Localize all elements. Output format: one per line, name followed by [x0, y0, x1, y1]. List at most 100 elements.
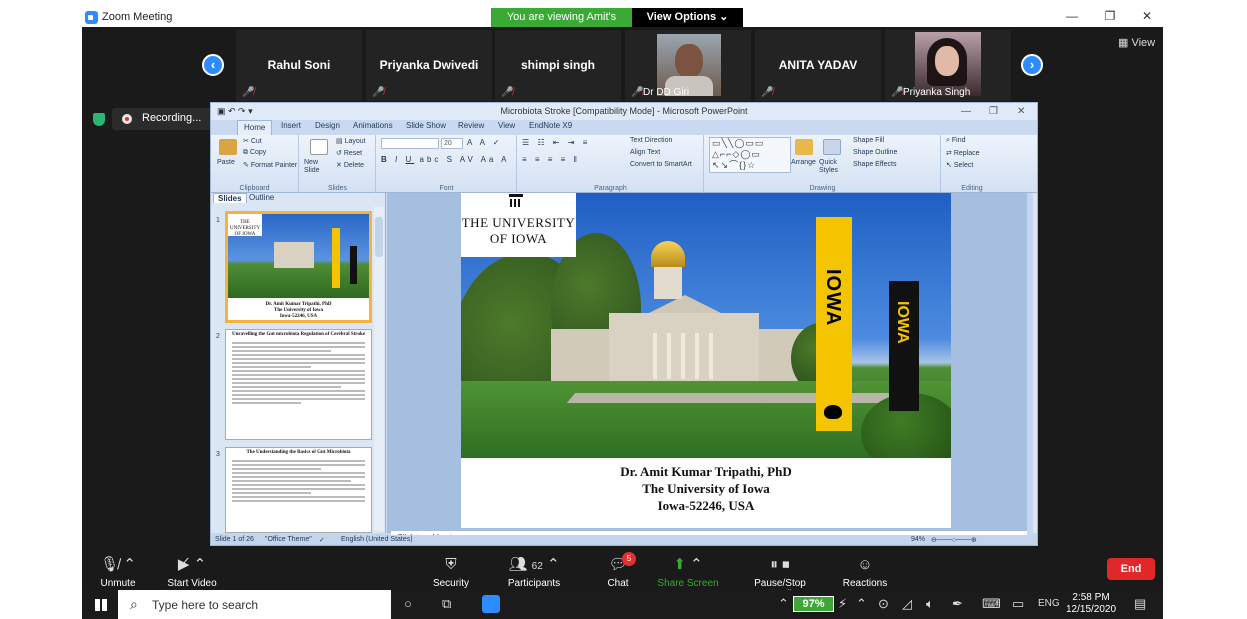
find-button[interactable]: ⌕ Find: [946, 137, 966, 145]
format-painter-label: Format Painter: [250, 162, 298, 169]
shape-effects-button[interactable]: Shape Effects: [853, 161, 896, 168]
ppt-restore-button[interactable]: ❐: [989, 103, 998, 120]
paste-button[interactable]: Paste: [217, 159, 235, 166]
zoom-taskbar-icon[interactable]: [482, 595, 500, 613]
tab-design[interactable]: Design: [315, 121, 340, 130]
format-painter-button[interactable]: ✎ Format Painter: [243, 161, 297, 169]
shape-fill-button[interactable]: Shape Fill: [853, 137, 884, 144]
keyboard-icon[interactable]: ⌨: [982, 596, 1001, 612]
slides-group: New Slide ▤ Layout ↺ Reset ✕ Delete Slid…: [300, 135, 376, 193]
reactions-button[interactable]: ☺ Reactions: [840, 556, 890, 589]
logo-line1: THE UNIVERSITY: [461, 215, 576, 230]
scroll-up-icon[interactable]: ⌃: [778, 596, 789, 612]
shape-outline-button[interactable]: Shape Outline: [853, 149, 897, 156]
slide-counter: Slide 1 of 26: [215, 536, 254, 543]
new-slide-button[interactable]: New Slide: [304, 159, 334, 175]
format-buttons[interactable]: B I U abc S AV Aa A: [381, 155, 510, 164]
slides-panel: Slides Outline 1 THE UNIVERSITY OF IOWA D…: [211, 193, 386, 533]
grow-shrink-font-buttons[interactable]: A A ✓: [467, 138, 503, 147]
tab-view[interactable]: View: [498, 121, 515, 130]
zoom-slider[interactable]: ⊖───○───⊕: [931, 536, 977, 544]
gold-dome: [651, 241, 685, 267]
spellcheck-icon: ✓: [319, 537, 325, 544]
system-clock[interactable]: 2:58 PM 12/15/2020: [1066, 592, 1116, 616]
font-name-select[interactable]: [381, 138, 439, 149]
speaker-icon[interactable]: 🔈︎: [926, 596, 934, 612]
muted-mic-icon: 🎤̸: [372, 87, 385, 98]
taskbar-search[interactable]: ⌕ Type here to search: [118, 590, 391, 619]
shapes-gallery[interactable]: ▭╲╲◯▭▭ △⌐⌐◇◯▭ ↖↘⌒{}☆: [709, 137, 791, 173]
tab-home[interactable]: Home: [237, 120, 273, 135]
view-options-button[interactable]: View Options ⌄: [632, 8, 743, 27]
participant-tile[interactable]: shimpi singh 🎤̸: [495, 30, 621, 101]
ppt-minimize-button[interactable]: —: [961, 103, 971, 120]
security-button[interactable]: ⛨ Security: [428, 556, 474, 589]
slide-thumbnail-2[interactable]: Unravelling the Gut microbiota Regulatio…: [225, 329, 372, 440]
reset-button[interactable]: ↺ Reset: [336, 149, 362, 157]
participant-tile[interactable]: Priyanka Dwivedi 🎤̸: [366, 30, 492, 101]
layout-button[interactable]: ▤ Layout: [336, 137, 366, 145]
participant-tile[interactable]: 🎤̸ Dr DD Giri: [625, 30, 751, 101]
thumb-logo: THE UNIVERSITY OF IOWA: [228, 214, 262, 237]
unmute-button[interactable]: 🎙︎̸ ⌃ Unmute: [92, 556, 144, 589]
next-page-button[interactable]: ›: [1021, 54, 1043, 76]
tab-animations[interactable]: Animations: [353, 121, 393, 130]
view-label: View: [1131, 37, 1156, 49]
minimize-button[interactable]: —: [1057, 9, 1087, 23]
font-size-select[interactable]: 20: [441, 138, 463, 149]
slide-thumbnail-3[interactable]: The Understanding the Basics of Gut Micr…: [225, 447, 372, 533]
thumb-caption-line: Dr. Amit Kumar Tripathi, PhD: [265, 302, 332, 307]
select-button[interactable]: ↖ Select: [946, 161, 973, 169]
list-buttons[interactable]: ☰ ☷ ⇤ ⇥ ≡: [522, 138, 590, 147]
convert-smartart-button[interactable]: Convert to SmartArt: [630, 161, 692, 168]
battery-indicator[interactable]: 97%: [793, 596, 834, 612]
tab-slides[interactable]: Slides: [213, 193, 247, 203]
cut-button[interactable]: ✂ Cut: [243, 137, 262, 145]
panel-tabs: Slides Outline: [211, 193, 386, 205]
network-icon[interactable]: ◿: [902, 596, 912, 612]
slide-scrollbar[interactable]: [1033, 193, 1037, 533]
participants-button[interactable]: 👥︎ 62 ⌃ Participants: [500, 556, 568, 589]
tray-app-icon[interactable]: ⊙: [878, 596, 889, 612]
cortana-icon[interactable]: ○: [404, 596, 412, 611]
prev-page-button[interactable]: ‹: [202, 54, 224, 76]
arrange-button[interactable]: Arrange: [791, 159, 816, 166]
restore-button[interactable]: ❐: [1095, 9, 1125, 23]
current-slide[interactable]: IOWA IOWA THE UNIVERSITY OF IOWA Dr. Ami…: [461, 193, 951, 528]
slide-thumbnail-1[interactable]: THE UNIVERSITY OF IOWA Dr. Amit Kumar Tri…: [225, 211, 372, 323]
view-button[interactable]: ▦ View: [1118, 36, 1155, 49]
tab-outline[interactable]: Outline: [245, 193, 278, 202]
text-direction-button[interactable]: Text Direction: [630, 137, 672, 144]
task-view-icon[interactable]: ⧉: [442, 596, 451, 612]
copy-button[interactable]: ⧉ Copy: [243, 149, 266, 157]
tab-insert[interactable]: Insert: [281, 121, 301, 130]
align-buttons[interactable]: ≡ ≡ ≡ ≡ ‖: [522, 155, 580, 164]
reset-label: Reset: [343, 150, 363, 157]
pen-icon[interactable]: ✒: [952, 596, 963, 612]
tab-slide-show[interactable]: Slide Show: [406, 121, 446, 130]
tab-endnote[interactable]: EndNote X9: [529, 121, 572, 130]
delete-button[interactable]: ✕ Delete: [336, 161, 364, 169]
windows-start-icon[interactable]: [95, 599, 107, 611]
ppt-close-button[interactable]: ✕: [1017, 103, 1025, 120]
quick-access-toolbar[interactable]: ▣ ↶ ↷ ▾: [217, 103, 253, 120]
muted-mic-icon: 🎤̸: [501, 87, 514, 98]
participant-tile[interactable]: 🎤̸ Priyanka Singh: [885, 30, 1011, 101]
chat-button[interactable]: 💬︎ 5 Chat: [600, 552, 636, 589]
start-video-button[interactable]: ▶̸ ⌃ Start Video: [160, 556, 224, 589]
chevron-up-icon[interactable]: ⌃: [856, 596, 867, 612]
replace-button[interactable]: ⇄ Replace: [946, 149, 980, 157]
align-text-button[interactable]: Align Text: [630, 149, 660, 156]
panel-scrollbar[interactable]: [374, 207, 384, 531]
participant-tile[interactable]: Rahul Soni 🎤̸: [236, 30, 362, 101]
close-button[interactable]: ✕: [1132, 9, 1162, 23]
participant-tile[interactable]: ANITA YADAV 🎤̸: [755, 30, 881, 101]
quick-styles-button[interactable]: Quick Styles: [819, 159, 847, 175]
input-language[interactable]: ENG: [1038, 598, 1060, 609]
tab-review[interactable]: Review: [458, 121, 484, 130]
notifications-icon[interactable]: ▤: [1134, 596, 1146, 612]
ppt-title-bar: ▣ ↶ ↷ ▾ Microbiota Stroke [Compatibility…: [211, 103, 1037, 120]
display-icon[interactable]: ▭: [1012, 596, 1024, 612]
end-meeting-button[interactable]: End: [1107, 558, 1155, 580]
share-screen-button[interactable]: ⬆ ⌃ Share Screen: [657, 556, 719, 589]
